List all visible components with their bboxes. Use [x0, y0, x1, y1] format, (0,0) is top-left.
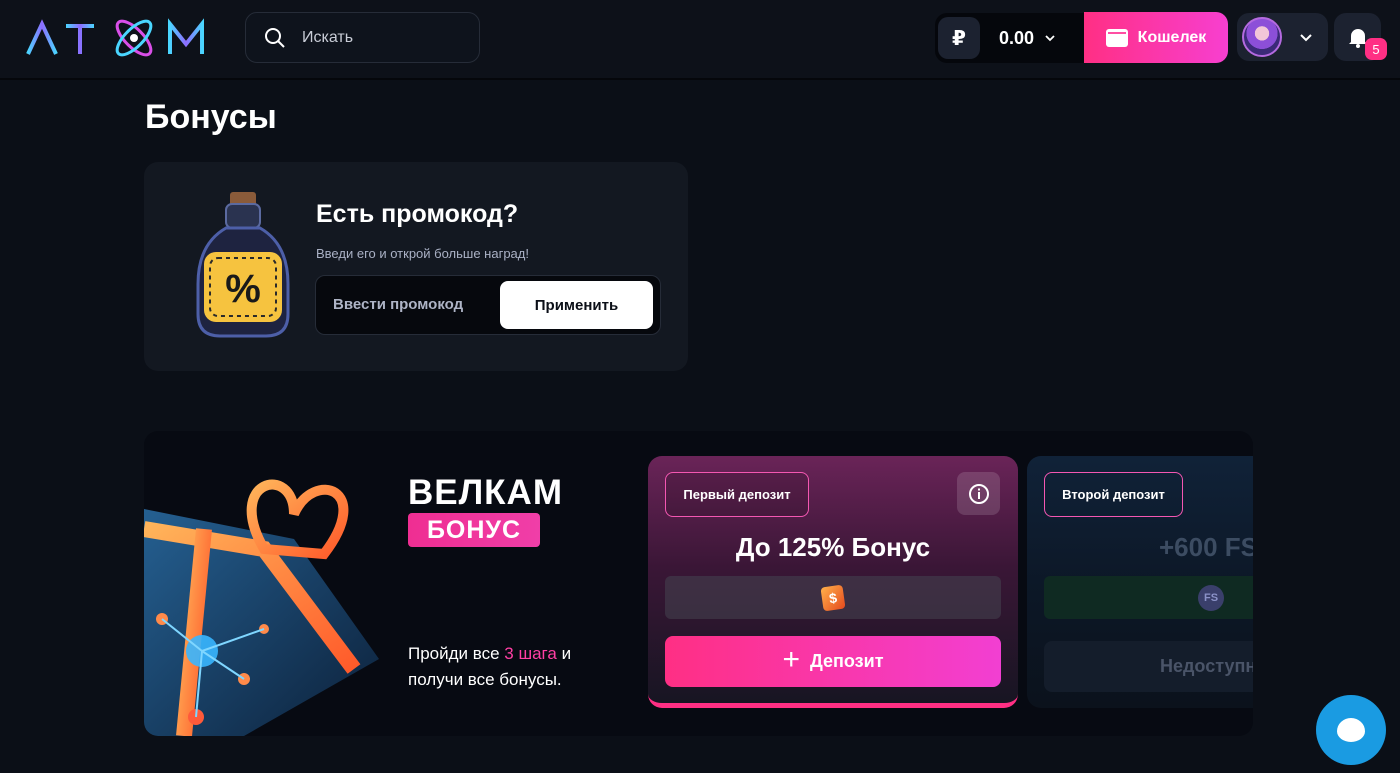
profile-menu[interactable]: [1237, 13, 1328, 61]
step-chip-first-deposit: Первый депозит: [665, 472, 809, 517]
plus-icon: +: [782, 643, 800, 676]
dollar-coin-icon: $: [820, 584, 846, 611]
welcome-bonus-banner: ВЕЛКАМ БОНУС Пройди все 3 шага и получи …: [144, 431, 1253, 736]
info-button[interactable]: [957, 472, 1000, 515]
atom-logo[interactable]: [26, 16, 208, 60]
promo-subtitle: Введи его и открой больше наград!: [316, 246, 529, 261]
unavailable-button: Недоступно: [1044, 641, 1253, 692]
step-chip-second-deposit: Второй депозит: [1044, 472, 1183, 517]
second-deposit-title: +600 FS: [1159, 532, 1253, 562]
promo-form: Применить: [315, 275, 661, 335]
promo-code-input[interactable]: [333, 296, 493, 313]
notification-count-badge: 5: [1365, 38, 1387, 60]
avatar: [1242, 17, 1282, 57]
reward-bar: FS: [1044, 576, 1253, 619]
top-header: ₽ 0.00 Кошелек 5: [0, 0, 1400, 80]
reward-bar: $: [665, 576, 1001, 619]
promo-bottle-icon: %: [196, 192, 290, 338]
balance-value: 0.00: [999, 27, 1035, 48]
search-box[interactable]: [245, 12, 480, 63]
welcome-title: ВЕЛКАМ: [408, 473, 563, 512]
info-icon: [968, 483, 989, 504]
steps-highlight: 3 шага: [504, 644, 557, 663]
welcome-description: Пройди все 3 шага и получи все бонусы.: [408, 644, 572, 689]
search-input[interactable]: [302, 28, 462, 47]
first-deposit-card: Первый депозит До 125% Бонус $ + Депозит: [648, 456, 1018, 708]
ruble-icon: ₽: [938, 17, 980, 59]
gift-box-illustration: [144, 479, 379, 736]
wallet-button[interactable]: Кошелек: [1084, 12, 1228, 63]
chevron-down-icon: [1045, 35, 1055, 42]
chat-icon: [1337, 718, 1365, 742]
fs-coin-icon: FS: [1198, 584, 1224, 611]
svg-text:%: %: [225, 267, 261, 311]
apply-promo-button[interactable]: Применить: [500, 281, 653, 329]
wallet-label: Кошелек: [1137, 28, 1207, 46]
search-icon: [265, 27, 285, 48]
page-title: Бонусы: [145, 98, 277, 136]
wallet-icon: [1105, 28, 1128, 47]
chevron-down-icon: [1300, 34, 1312, 42]
balance-selector[interactable]: ₽ 0.00: [935, 13, 1085, 63]
support-chat-button[interactable]: [1316, 695, 1386, 765]
first-deposit-title: До 125% Бонус: [735, 532, 931, 562]
second-deposit-card: Второй депозит +600 FS FS Недоступно: [1027, 456, 1253, 708]
deposit-button[interactable]: + Депозит: [665, 636, 1001, 687]
bonus-badge: БОНУС: [408, 513, 540, 547]
promo-title: Есть промокод?: [316, 200, 519, 228]
